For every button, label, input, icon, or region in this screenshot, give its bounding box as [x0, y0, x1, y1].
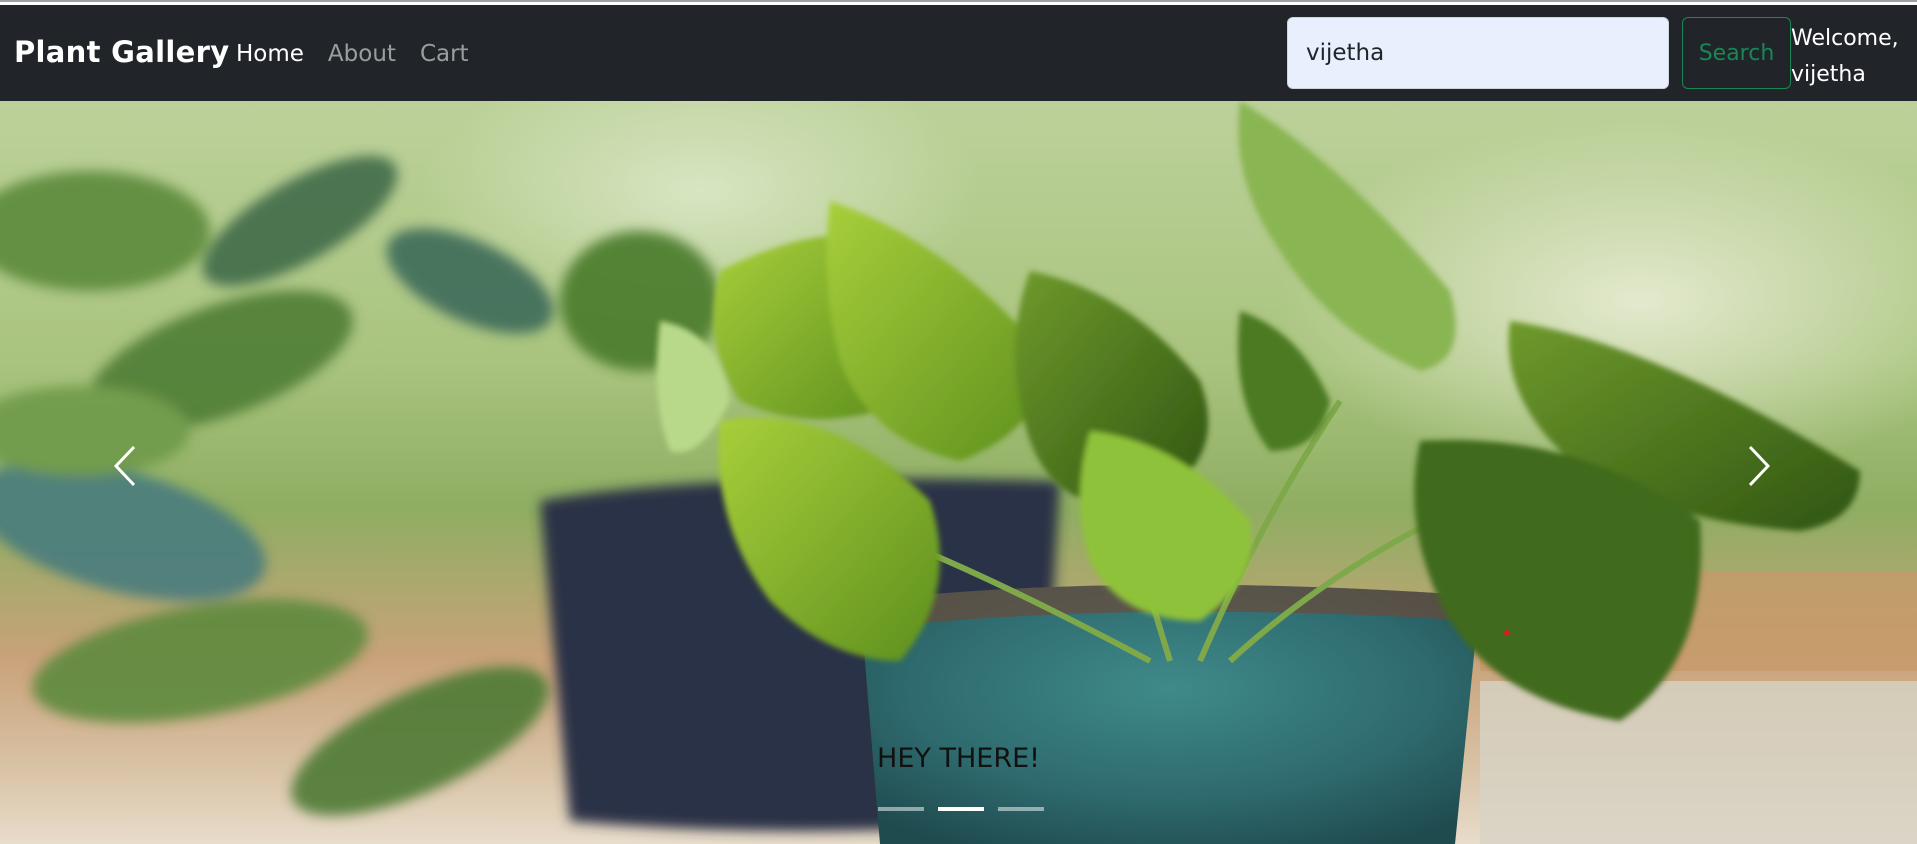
nav-link-home[interactable]: Home: [236, 41, 304, 67]
search-input[interactable]: [1287, 17, 1669, 89]
carousel-indicator-3[interactable]: [998, 807, 1044, 811]
carousel-next-button[interactable]: [1744, 441, 1804, 511]
search-button[interactable]: Search: [1682, 17, 1791, 89]
brand-logo[interactable]: Plant Gallery: [14, 35, 229, 69]
welcome-username: vijetha: [1791, 62, 1866, 87]
nav-link-cart[interactable]: Cart: [420, 41, 469, 67]
carousel-caption: HEY THERE!: [877, 743, 1040, 774]
nav-links: Home About Cart: [236, 41, 469, 67]
welcome-message: Welcome, vijetha: [1791, 21, 1917, 93]
carousel-indicators: [878, 807, 1044, 811]
hero-carousel: HEY THERE!: [0, 101, 1917, 844]
plant-photo: [0, 101, 1917, 844]
welcome-greeting: Welcome,: [1791, 26, 1899, 51]
carousel-prev-button[interactable]: [110, 441, 170, 511]
chevron-right-icon: [1748, 445, 1771, 487]
nav-link-about[interactable]: About: [328, 41, 396, 67]
chevron-left-icon: [113, 445, 136, 487]
carousel-indicator-2[interactable]: [938, 807, 984, 811]
navbar: Plant Gallery Home About Cart Search Wel…: [0, 5, 1917, 101]
carousel-indicator-1[interactable]: [878, 807, 924, 811]
